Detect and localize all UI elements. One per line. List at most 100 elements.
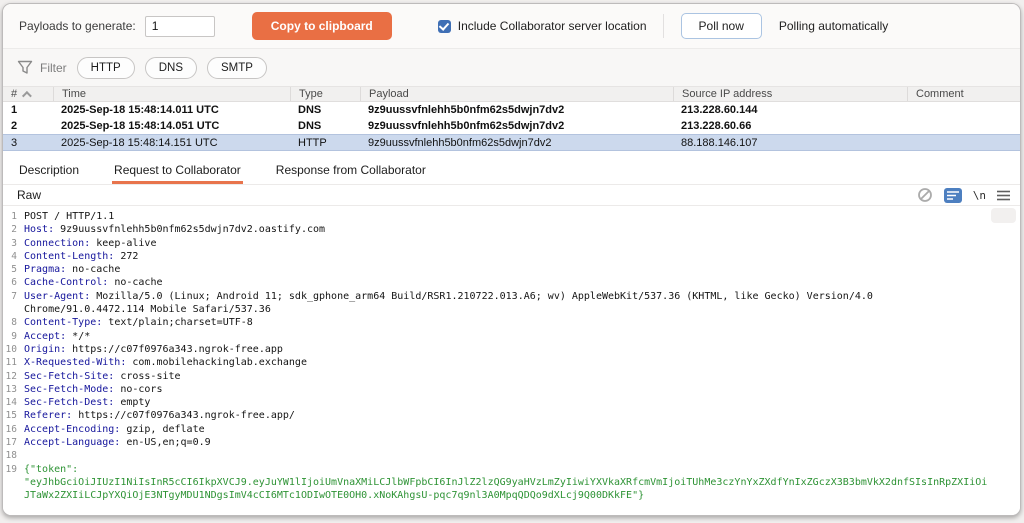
- sort-ascending-icon: [22, 90, 32, 101]
- code-text: POST / HTTP/1.1: [24, 211, 115, 222]
- code-text: X-Requested-With: com.mobilehackinglab.e…: [24, 357, 307, 369]
- filter-bar: Filter HTTP DNS SMTP: [3, 48, 1020, 86]
- code-text: Referer: https://c07f0976a343.ngrok-free…: [24, 410, 295, 422]
- cell-time: 2025-Sep-18 15:48:14.051 UTC: [61, 120, 220, 132]
- line-number: 13: [5, 383, 17, 395]
- line-number: 9: [11, 330, 17, 342]
- include-location-label: Include Collaborator server location: [457, 19, 647, 33]
- code-text: {"token":: [24, 463, 79, 475]
- highlight-disabled-icon[interactable]: [917, 187, 933, 203]
- cell-payload: 9z9uussvfnlehh5b0nfm62s5dwjn7dv2: [368, 136, 552, 149]
- column-header-time[interactable]: Time: [53, 87, 290, 101]
- code-line: 14 Sec-Fetch-Dest: empty: [3, 396, 1020, 409]
- code-text: Chrome/91.0.4472.114 Mobile Safari/537.3…: [24, 304, 271, 316]
- editor-scrollbar[interactable]: [991, 208, 1016, 223]
- tab-response-from-collaborator[interactable]: Response from Collaborator: [274, 159, 428, 184]
- code-line: 16 Accept-Encoding: gzip, deflate: [3, 423, 1020, 436]
- line-number: 10: [5, 343, 17, 355]
- code-text: Origin: https://c07f0976a343.ngrok-free.…: [24, 343, 283, 355]
- column-header-number[interactable]: #: [3, 87, 53, 101]
- filter-pill-dns[interactable]: DNS: [144, 56, 197, 79]
- toolbar-divider: [662, 14, 664, 38]
- request-editor-lines: 1 POST / HTTP/1.1 2 Host: 9z9uussvfnlehh5b0…: [3, 210, 1020, 503]
- code-line: 6 Cache-Control: no-cache: [3, 276, 1020, 289]
- show-newlines-icon[interactable]: \n: [973, 189, 986, 202]
- cell-type: DNS: [298, 120, 322, 132]
- code-text: Content-Type: text/plain;charset=UTF-8: [24, 317, 253, 329]
- code-line: 19 {"token":: [3, 463, 1020, 476]
- code-line: "eyJhbGciOiJIUzI1NiIsInR5cCI6IkpXVCJ9.ey…: [3, 476, 1020, 489]
- line-number: 2: [11, 224, 17, 236]
- code-line: 7 User-Agent: Mozilla/5.0 (Linux; Android…: [3, 290, 1020, 303]
- cell-type: DNS: [298, 104, 322, 116]
- request-editor: 1 POST / HTTP/1.1 2 Host: 9z9uussvfnlehh5b0…: [3, 206, 1020, 515]
- copy-to-clipboard-button[interactable]: Copy to clipboard: [251, 12, 392, 40]
- code-text: Accept-Language: en-US,en;q=0.9: [24, 437, 211, 449]
- code-line: 5 Pragma: no-cache: [3, 263, 1020, 276]
- collaborator-window: Payloads to generate: Copy to clipboard …: [2, 3, 1021, 516]
- line-number: 18: [5, 450, 17, 462]
- subtab-raw[interactable]: Raw: [17, 188, 41, 202]
- line-number: 16: [5, 423, 17, 435]
- line-number: 19: [5, 463, 17, 475]
- tab-description[interactable]: Description: [17, 159, 81, 184]
- code-line: 15 Referer: https://c07f0976a343.ngrok-fr…: [3, 409, 1020, 422]
- code-text: Sec-Fetch-Dest: empty: [24, 397, 151, 409]
- cell-source-ip: 213.228.60.66: [681, 120, 752, 132]
- payloads-to-generate-label: Payloads to generate:: [19, 19, 136, 33]
- cell-payload: 9z9uussvfnlehh5b0nfm62s5dwjn7dv2: [368, 104, 565, 116]
- top-toolbar: Payloads to generate: Copy to clipboard …: [3, 4, 1020, 48]
- line-number: 11: [5, 357, 17, 369]
- code-line: 12 Sec-Fetch-Site: cross-site: [3, 370, 1020, 383]
- line-number: [3, 476, 24, 489]
- filter-funnel-icon[interactable]: [17, 60, 33, 75]
- cell-time: 2025-Sep-18 15:48:14.011 UTC: [61, 104, 219, 116]
- table-row-selected[interactable]: 3 2025-Sep-18 15:48:14.151 UTC HTTP 9z9u…: [3, 134, 1020, 151]
- payloads-count-input[interactable]: [144, 15, 215, 37]
- line-number: 5: [11, 264, 17, 276]
- code-text: Pragma: no-cache: [24, 264, 121, 276]
- code-text: Accept-Encoding: gzip, deflate: [24, 423, 205, 435]
- code-text: Sec-Fetch-Mode: no-cors: [24, 383, 163, 395]
- code-line: 10 Origin: https://c07f0976a343.ngrok-fre…: [3, 343, 1020, 356]
- editor-menu-icon[interactable]: [997, 190, 1010, 201]
- code-text: Accept: */*: [24, 330, 91, 342]
- checkbox-checked-icon[interactable]: [437, 19, 451, 33]
- line-number: 17: [5, 437, 17, 449]
- cell-source-ip: 88.188.146.107: [681, 136, 758, 149]
- cell-source-ip: 213.228.60.144: [681, 104, 758, 116]
- cell-comment: [907, 135, 1020, 150]
- cell-time: 2025-Sep-18 15:48:14.151 UTC: [61, 136, 218, 149]
- code-text: User-Agent: Mozilla/5.0 (Linux; Android …: [24, 290, 873, 302]
- code-line: 17 Accept-Language: en-US,en;q=0.9: [3, 436, 1020, 449]
- interactions-table-header: # Time Type Payload Source IP address Co…: [3, 86, 1020, 102]
- column-header-payload[interactable]: Payload: [360, 87, 673, 101]
- line-number: 7: [11, 290, 17, 302]
- column-header-type[interactable]: Type: [290, 87, 360, 101]
- tab-request-to-collaborator[interactable]: Request to Collaborator: [112, 159, 243, 184]
- filter-pill-smtp[interactable]: SMTP: [206, 56, 267, 79]
- cell-number: 1: [11, 104, 18, 116]
- cell-type: HTTP: [298, 136, 327, 149]
- code-text: Sec-Fetch-Site: cross-site: [24, 370, 181, 382]
- table-row[interactable]: 2 2025-Sep-18 15:48:14.051 UTC DNS 9z9uu…: [3, 118, 1020, 134]
- filter-pill-http[interactable]: HTTP: [76, 56, 135, 79]
- code-line: 2 Host: 9z9uussvfnlehh5b0nfm62s5dwjn7dv2.…: [3, 223, 1020, 236]
- cell-comment: [907, 102, 1020, 118]
- include-location-checkbox-row[interactable]: Include Collaborator server location: [437, 19, 647, 33]
- detail-tabs: Description Request to Collaborator Resp…: [3, 159, 1020, 185]
- table-row[interactable]: 1 2025-Sep-18 15:48:14.011 UTC DNS 9z9uu…: [3, 102, 1020, 118]
- column-header-comment[interactable]: Comment: [907, 87, 1020, 101]
- wrap-lines-icon[interactable]: [943, 187, 962, 203]
- line-number: 6: [11, 277, 17, 289]
- code-text: JTaWx2ZXIiLCJpYXQiOjE3NTgyMDU1NDgsImV4cC…: [24, 490, 645, 502]
- line-number: 1: [11, 211, 17, 222]
- code-line: 1 POST / HTTP/1.1: [3, 210, 1020, 223]
- raw-toolbar: Raw \n: [3, 185, 1020, 206]
- column-header-source-ip[interactable]: Source IP address: [673, 87, 907, 101]
- poll-now-button[interactable]: Poll now: [680, 13, 762, 39]
- code-line: 8 Content-Type: text/plain;charset=UTF-8: [3, 316, 1020, 329]
- code-text: Cache-Control: no-cache: [24, 277, 163, 289]
- code-line: 18: [3, 449, 1020, 462]
- cell-payload: 9z9uussvfnlehh5b0nfm62s5dwjn7dv2: [368, 120, 565, 132]
